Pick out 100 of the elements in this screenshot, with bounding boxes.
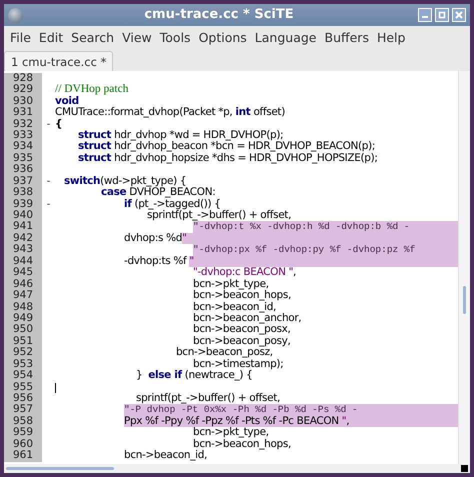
line-number: 930 [4,96,42,108]
line-number: 941 [4,221,42,233]
code-text: bcn->beacon_id, [193,302,276,313]
line-number: 948 [4,302,42,313]
code-text: } [136,370,144,382]
line-number: 953 [4,358,42,370]
line-number: 955 [4,382,42,393]
fold-marker[interactable]: - [46,176,50,187]
close-button[interactable] [452,8,466,22]
line-number: 929 [4,84,42,96]
menu-item[interactable]: Buffers [320,28,373,49]
close-icon [455,11,463,19]
line-number: 940 [4,210,42,222]
line-number: 934 [4,141,42,153]
line-number: 947 [4,290,42,302]
code-text: if [124,198,132,210]
line-number: 928 [4,72,42,84]
code-text: struct [78,130,112,142]
code-text: else if [148,370,182,382]
code-text: sprintf(pt_->buffer() + offset, [136,393,280,404]
code-text: struct [78,152,112,164]
line-number: 939 [4,198,42,210]
line-number: 960 [4,438,42,450]
file-tab[interactable]: 1 cmu-trace.cc * [4,50,114,71]
line-number: 956 [4,393,42,404]
code-comment: // DVHop patch [55,84,128,96]
code-text: (newtrace_) { [184,370,252,382]
code-text: CMUTrace::format_dvhop(Packet *p, [55,107,234,118]
code-text: "-dvhop:c BEACON " [193,267,294,279]
resize-corner [461,465,468,472]
scrollbar-thumb[interactable] [463,286,466,314]
vertical-scrollbar[interactable] [458,70,470,464]
fold-marker[interactable]: - [46,118,50,130]
code-text: switch [64,176,100,188]
code-text: -dvhop:ts %f [124,256,188,268]
code-text: dvhop:s %d [124,232,182,244]
code-text: , [293,267,296,279]
code-text: "-dvhop:px %f -dvhop:py %f -dvhop:pz %f [193,244,458,256]
menu-item[interactable]: Help [372,28,410,49]
code-text: bcn->beacon_posz, [176,347,273,359]
code-text: (wd->pkt_type) { [100,176,186,187]
code-text: bcn->beacon_posx, [193,324,291,336]
line-number: 950 [4,324,42,336]
code-text: bcn->beacon_hops, [193,438,291,450]
code-text: DVHOP_BEACON: [129,187,216,199]
maximize-button[interactable] [435,8,449,22]
window-title: cmu-trace.cc * SciTE [143,6,295,24]
line-number: 959 [4,427,42,439]
line-number: 954 [4,370,42,382]
code-text: "-P dvhop -Pt 0x%x -Ph %d -Pb %d -Ps %d - [124,404,458,416]
line-number: 933 [4,130,42,142]
scrollbar-thumb[interactable] [6,467,114,470]
line-number: 932 [4,118,42,130]
code-text: struct [78,141,112,153]
line-number: 952 [4,347,42,359]
line-number: 942 [4,232,42,244]
code-text: bcn->beacon_anchor, [193,312,302,324]
menu-item[interactable]: Options [194,28,251,49]
menu-item[interactable]: Edit [34,28,68,49]
code-text: bcn->pkt_type, [193,427,269,439]
code-text: bcn->beacon_posy, [193,336,291,347]
line-number: 937 [4,176,42,188]
menu-item[interactable]: Language [250,28,320,49]
code-text: (pt_->tagged()) { [134,198,221,210]
line-number: 961 [4,450,42,462]
line-number: 957 [4,404,42,416]
line-number: 943 [4,244,42,256]
line-number: 958 [4,416,42,428]
line-number: 945 [4,267,42,279]
fold-marker[interactable]: - [46,198,50,210]
code-text: " [342,416,346,428]
code-text: sprintf(pt_->buffer() + offset, [147,210,292,222]
maximize-icon [438,11,446,19]
code-text: void [55,96,79,107]
code-text: bcn->pkt_type, [193,278,269,290]
line-number: 949 [4,312,42,324]
code-text: hdr_dvhop_beacon *bcn = HDR_DVHOP_BEACON(p); [114,141,376,153]
code-text: Ppx %f -Ppy %f -Ppz %f -Pts %f -Pc BEACON [124,416,342,428]
horizontal-scrollbar[interactable] [4,464,470,473]
code-text: int [235,107,250,118]
menu-item[interactable]: File [6,28,35,49]
line-number: 944 [4,256,42,268]
code-text: bcn->beacon_hops, [193,290,291,302]
code-text: hdr_dvhop *wd = HDR_DVHOP(p); [114,130,284,141]
code-text: , [346,416,458,428]
line-number: 946 [4,278,42,290]
line-number: 931 [4,107,42,118]
line-number: 936 [4,164,42,176]
code-text: bcn->timestamp); [193,358,284,370]
line-number: 938 [4,187,42,199]
code-text: case [101,187,126,199]
menu-item[interactable]: View [118,28,156,49]
code-text: bcn->beacon_id, [124,450,208,462]
code-text: " [189,256,458,268]
code-text: { [55,118,62,130]
line-number: 951 [4,336,42,348]
menu-item[interactable]: Tools [156,28,195,49]
minimize-button[interactable] [418,8,432,22]
code-text: hdr_dvhop_hopsize *dhs = HDR_DVHOP_HOPSIZE(p); [114,152,378,164]
menu-item[interactable]: Search [67,28,118,49]
